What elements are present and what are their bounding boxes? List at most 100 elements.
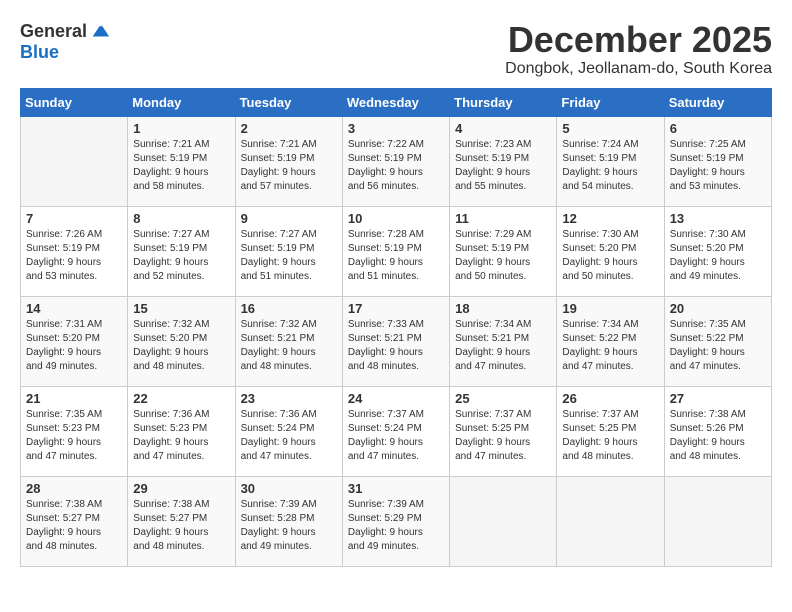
sunrise-text: Sunrise: 7:26 AM [26, 229, 102, 240]
sunset-text: Sunset: 5:24 PM [348, 423, 422, 434]
day-number: 10 [348, 211, 444, 226]
sunrise-text: Sunrise: 7:21 AM [241, 139, 317, 150]
weekday-header-thursday: Thursday [450, 88, 557, 116]
daylight-text: and 47 minutes. [455, 451, 526, 462]
sunset-text: Sunset: 5:19 PM [241, 153, 315, 164]
sunrise-text: Sunrise: 7:21 AM [133, 139, 209, 150]
calendar-cell: 30Sunrise: 7:39 AMSunset: 5:28 PMDayligh… [235, 476, 342, 566]
day-number: 8 [133, 211, 229, 226]
logo-blue-text: Blue [20, 42, 59, 63]
sunset-text: Sunset: 5:23 PM [26, 423, 100, 434]
calendar-cell: 1Sunrise: 7:21 AMSunset: 5:19 PMDaylight… [128, 116, 235, 206]
calendar-cell: 24Sunrise: 7:37 AMSunset: 5:24 PMDayligh… [342, 386, 449, 476]
daylight-text: and 57 minutes. [241, 181, 312, 192]
daylight-text: and 48 minutes. [562, 451, 633, 462]
daylight-text: and 48 minutes. [670, 451, 741, 462]
day-number: 16 [241, 301, 337, 316]
calendar-week-row: 7Sunrise: 7:26 AMSunset: 5:19 PMDaylight… [21, 206, 772, 296]
daylight-text: Daylight: 9 hours [455, 257, 530, 268]
daylight-text: Daylight: 9 hours [670, 437, 745, 448]
calendar-cell: 18Sunrise: 7:34 AMSunset: 5:21 PMDayligh… [450, 296, 557, 386]
weekday-header-friday: Friday [557, 88, 664, 116]
daylight-text: and 53 minutes. [670, 181, 741, 192]
daylight-text: and 53 minutes. [26, 271, 97, 282]
day-number: 21 [26, 391, 122, 406]
daylight-text: Daylight: 9 hours [26, 257, 101, 268]
calendar-cell [450, 476, 557, 566]
day-number: 6 [670, 121, 766, 136]
day-info: Sunrise: 7:35 AMSunset: 5:22 PMDaylight:… [670, 318, 766, 374]
day-info: Sunrise: 7:31 AMSunset: 5:20 PMDaylight:… [26, 318, 122, 374]
calendar-cell: 2 Sunrise: 7:21 AM Sunset: 5:19 PM Daylight… [235, 116, 342, 206]
daylight-text: Daylight: 9 hours [562, 347, 637, 358]
calendar-cell: 6 Sunrise: 7:25 AMSunset: 5:19 PMDaylight… [664, 116, 771, 206]
calendar-cell: 9Sunrise: 7:27 AMSunset: 5:19 PMDaylight… [235, 206, 342, 296]
day-info: Sunrise: 7:37 AMSunset: 5:25 PMDaylight:… [562, 408, 658, 464]
sunset-text: Sunset: 5:19 PM [241, 243, 315, 254]
daylight-text: Daylight: 9 hours [241, 347, 316, 358]
day-info: Sunrise: 7:32 AMSunset: 5:21 PMDaylight:… [241, 318, 337, 374]
day-number: 13 [670, 211, 766, 226]
calendar-cell: 22Sunrise: 7:36 AMSunset: 5:23 PMDayligh… [128, 386, 235, 476]
day-number: 2 [241, 121, 337, 136]
weekday-header-wednesday: Wednesday [342, 88, 449, 116]
day-info: Sunrise: 7:35 AMSunset: 5:23 PMDaylight:… [26, 408, 122, 464]
day-info: Sunrise: 7:34 AMSunset: 5:22 PMDaylight:… [562, 318, 658, 374]
daylight-text: and 49 minutes. [670, 271, 741, 282]
sunset-text: Sunset: 5:19 PM [670, 153, 744, 164]
sunset-text: Sunset: 5:20 PM [26, 333, 100, 344]
sunrise-text: Sunrise: 7:36 AM [133, 409, 209, 420]
daylight-text: and 49 minutes. [348, 541, 419, 552]
sunrise-text: Sunrise: 7:35 AM [26, 409, 102, 420]
sunrise-text: Sunrise: 7:36 AM [241, 409, 317, 420]
sunset-text: Sunset: 5:23 PM [133, 423, 207, 434]
day-number: 27 [670, 391, 766, 406]
day-info: Sunrise: 7:21 AMSunset: 5:19 PMDaylight:… [133, 138, 229, 194]
daylight-text: Daylight: 9 hours [241, 437, 316, 448]
daylight-text: Daylight: 9 hours [241, 257, 316, 268]
sunset-text: Sunset: 5:29 PM [348, 513, 422, 524]
day-number: 9 [241, 211, 337, 226]
day-number: 22 [133, 391, 229, 406]
daylight-text: Daylight: 9 hours [133, 347, 208, 358]
location-subtitle: Dongbok, Jeollanam-do, South Korea [505, 60, 772, 78]
daylight-text: and 56 minutes. [348, 181, 419, 192]
day-number: 19 [562, 301, 658, 316]
calendar-cell: 3Sunrise: 7:22 AMSunset: 5:19 PMDaylight… [342, 116, 449, 206]
sunrise-text: Sunrise: 7:37 AM [348, 409, 424, 420]
sunset-text: Sunset: 5:27 PM [133, 513, 207, 524]
sunset-text: Sunset: 5:19 PM [133, 153, 207, 164]
sunset-text: Sunset: 5:19 PM [455, 153, 529, 164]
daylight-text: and 52 minutes. [133, 271, 204, 282]
day-number: 31 [348, 481, 444, 496]
calendar-week-row: 14Sunrise: 7:31 AMSunset: 5:20 PMDayligh… [21, 296, 772, 386]
weekday-header-monday: Monday [128, 88, 235, 116]
weekday-header-tuesday: Tuesday [235, 88, 342, 116]
sunset-text: Sunset: 5:26 PM [670, 423, 744, 434]
day-info: Sunrise: 7:30 AMSunset: 5:20 PMDaylight:… [670, 228, 766, 284]
day-info: Sunrise: 7:25 AMSunset: 5:19 PMDaylight:… [670, 138, 766, 194]
daylight-text: Daylight: 9 hours [241, 167, 316, 178]
sunset-text: Sunset: 5:20 PM [133, 333, 207, 344]
daylight-text: and 55 minutes. [455, 181, 526, 192]
sunrise-text: Sunrise: 7:39 AM [348, 499, 424, 510]
day-info: Sunrise: 7:39 AMSunset: 5:28 PMDaylight:… [241, 498, 337, 554]
daylight-text: and 58 minutes. [133, 181, 204, 192]
sunrise-text: Sunrise: 7:29 AM [455, 229, 531, 240]
calendar-cell: 25Sunrise: 7:37 AMSunset: 5:25 PMDayligh… [450, 386, 557, 476]
daylight-text: Daylight: 9 hours [348, 527, 423, 538]
sunrise-text: Sunrise: 7:33 AM [348, 319, 424, 330]
daylight-text: Daylight: 9 hours [562, 437, 637, 448]
daylight-text: Daylight: 9 hours [670, 167, 745, 178]
daylight-text: and 48 minutes. [241, 361, 312, 372]
daylight-text: and 47 minutes. [241, 451, 312, 462]
calendar-cell: 10Sunrise: 7:28 AMSunset: 5:19 PMDayligh… [342, 206, 449, 296]
daylight-text: Daylight: 9 hours [348, 167, 423, 178]
calendar-table: SundayMondayTuesdayWednesdayThursdayFrid… [20, 88, 772, 567]
sunrise-text: Sunrise: 7:37 AM [455, 409, 531, 420]
sunset-text: Sunset: 5:24 PM [241, 423, 315, 434]
logo: General Blue [20, 20, 111, 63]
sunset-text: Sunset: 5:20 PM [670, 243, 744, 254]
daylight-text: Daylight: 9 hours [26, 527, 101, 538]
sunrise-text: Sunrise: 7:39 AM [241, 499, 317, 510]
